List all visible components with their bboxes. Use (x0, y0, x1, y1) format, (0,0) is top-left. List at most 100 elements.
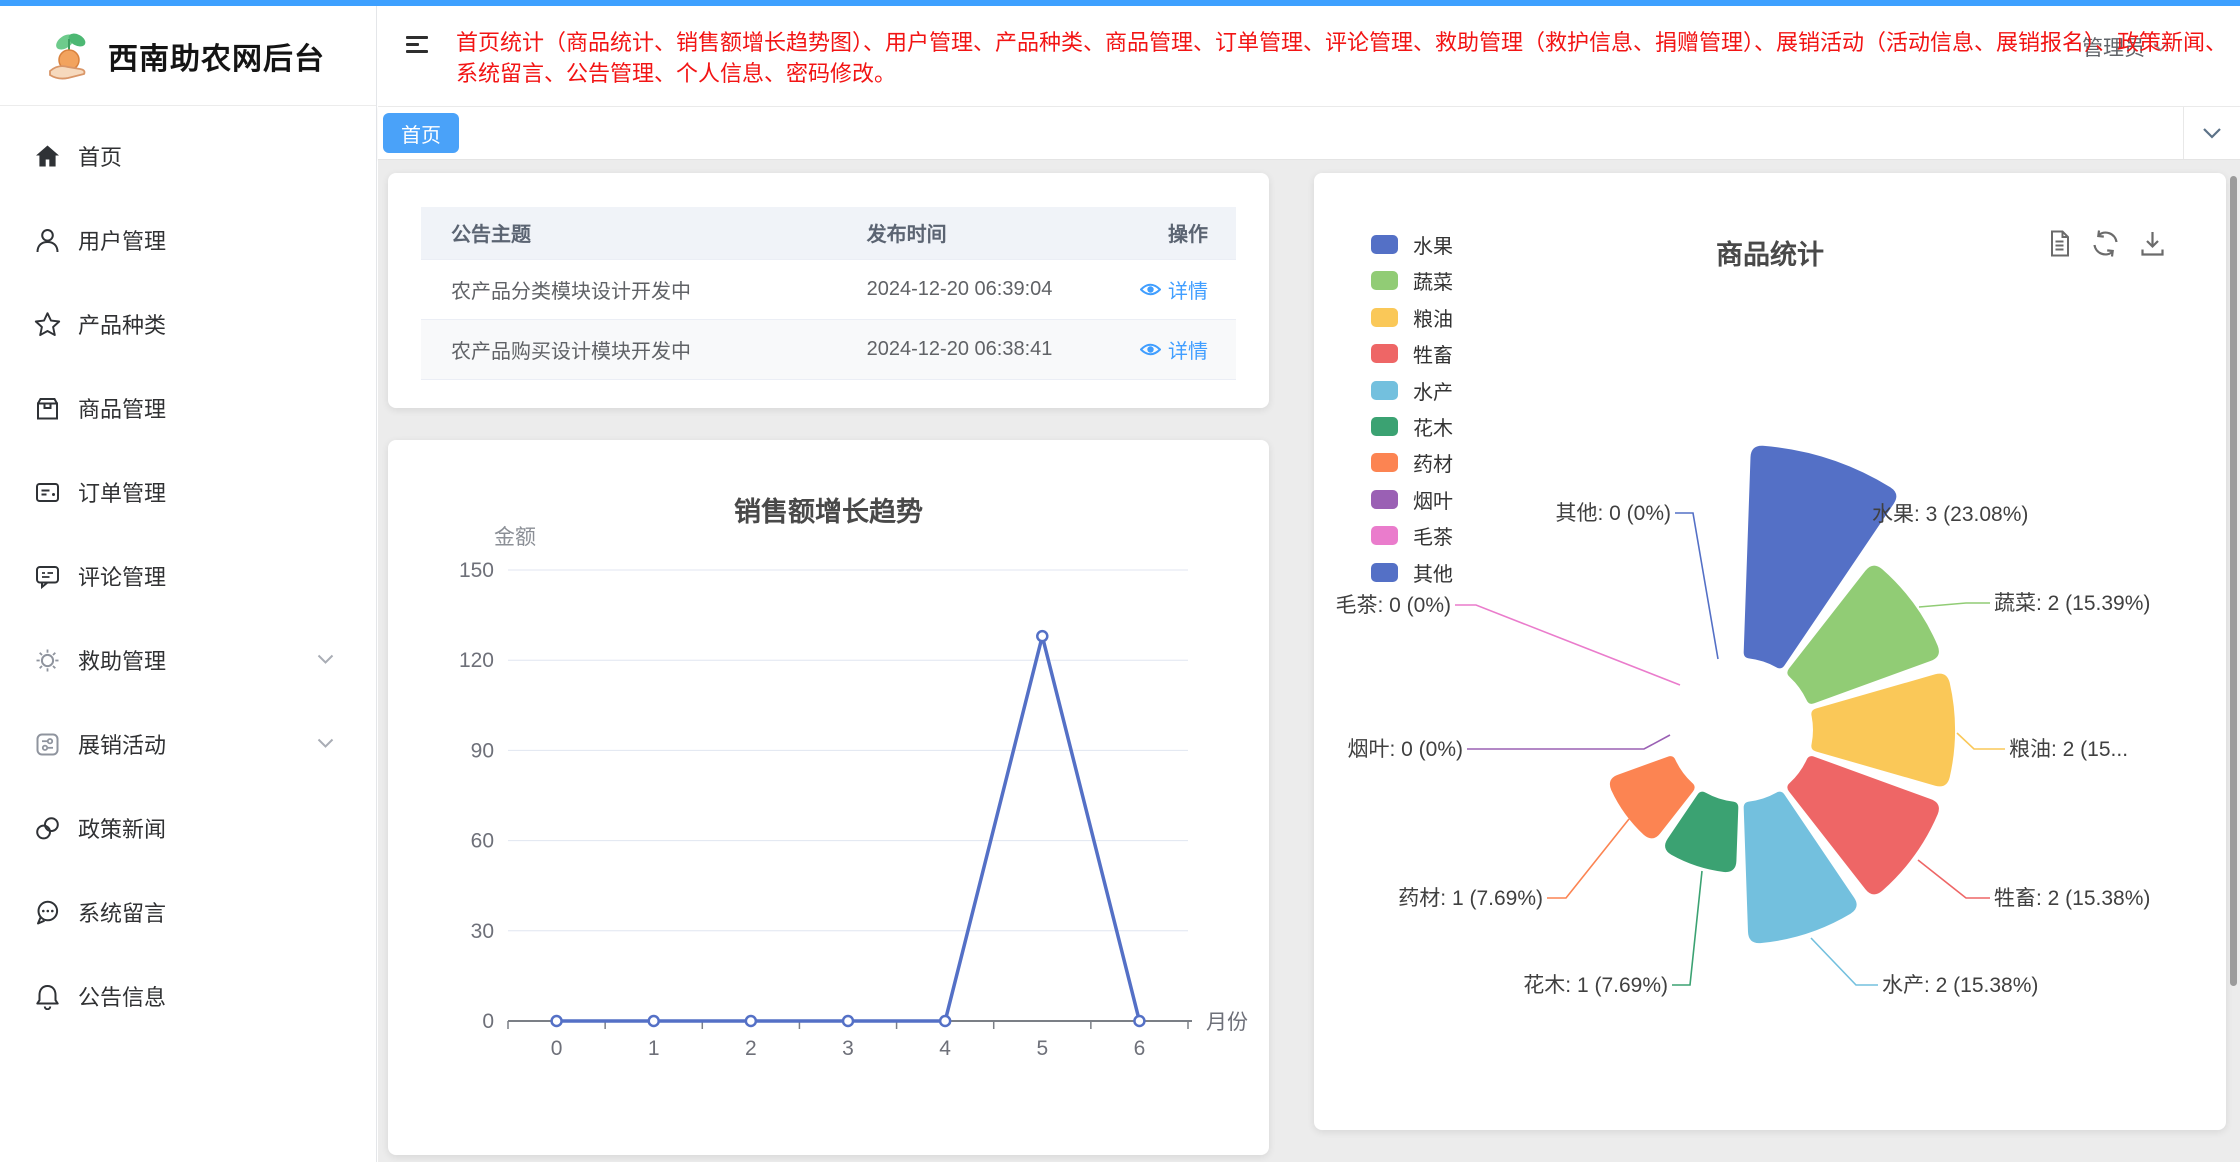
legend-item-水产[interactable]: 水产 (1371, 376, 1453, 405)
sales-trend-card: 销售额增长趋势 03060901201500123456金额月份 (388, 440, 1269, 1155)
sidebar-item-1[interactable]: 首页 (0, 114, 376, 198)
sidebar-item-label: 救助管理 (78, 644, 166, 676)
sales-line-chart: 03060901201500123456金额月份 (388, 440, 1269, 1155)
sidebar-item-label: 评论管理 (78, 560, 166, 592)
pie-label: 水果: 3 (23.08%) (1872, 503, 2028, 526)
order-icon (34, 479, 61, 506)
news-icon (34, 815, 61, 842)
home-icon (34, 143, 61, 170)
chart-toolbox (2043, 228, 2168, 259)
svg-text:0: 0 (482, 1010, 494, 1033)
tab-home[interactable]: 首页 (383, 113, 459, 153)
legend-item-花木[interactable]: 花木 (1371, 412, 1453, 441)
message-icon (34, 899, 61, 926)
svg-text:2: 2 (745, 1037, 757, 1060)
svg-text:4: 4 (939, 1037, 951, 1060)
svg-text:6: 6 (1134, 1037, 1146, 1060)
sidebar-item-6[interactable]: 评论管理 (0, 534, 376, 618)
eye-icon (1140, 282, 1161, 297)
legend-label: 牲畜 (1413, 339, 1453, 368)
sidebar-item-label: 商品管理 (78, 392, 166, 424)
legend-item-其他[interactable]: 其他 (1371, 558, 1453, 587)
pie-label: 烟叶: 0 (0%) (1347, 738, 1463, 761)
legend-label: 其他 (1413, 558, 1453, 587)
sidebar-item-11[interactable]: 公告信息 (0, 954, 376, 1038)
pie-label: 其他: 0 (0%) (1555, 502, 1671, 525)
legend-swatch (1371, 563, 1398, 582)
page-scrollbar[interactable] (2230, 176, 2237, 986)
column-header: 发布时间 (837, 207, 1090, 259)
table-row: 农产品分类模块设计开发中2024-12-20 06:39:04详情 (421, 259, 1236, 319)
user-icon (34, 227, 61, 254)
logo-row: 西南助农网后台 (0, 6, 376, 106)
column-header: 操作 (1089, 207, 1236, 259)
legend-label: 粮油 (1413, 303, 1453, 332)
tab-dropdown-button[interactable] (2183, 107, 2240, 159)
sidebar-item-label: 政策新闻 (78, 812, 166, 844)
legend-item-粮油[interactable]: 粮油 (1371, 303, 1453, 332)
legend-item-烟叶[interactable]: 烟叶 (1371, 485, 1453, 514)
legend-swatch (1371, 526, 1398, 545)
chevron-down-icon (317, 738, 334, 749)
sidebar-item-8[interactable]: 展销活动 (0, 702, 376, 786)
refresh-icon[interactable] (2090, 228, 2121, 259)
sidebar-item-4[interactable]: 商品管理 (0, 366, 376, 450)
pie-label: 水产: 2 (15.38%) (1882, 974, 2038, 997)
box-icon (34, 395, 61, 422)
legend-label: 药材 (1413, 448, 1453, 477)
legend-label: 烟叶 (1413, 485, 1453, 514)
eye-icon (1140, 342, 1161, 357)
svg-text:1: 1 (648, 1037, 660, 1060)
svg-text:90: 90 (471, 739, 494, 762)
pie-label: 花木: 1 (7.69%) (1523, 974, 1668, 997)
sidebar-item-label: 产品种类 (78, 308, 166, 340)
column-header: 公告主题 (421, 207, 837, 259)
detail-link[interactable]: 详情 (1140, 335, 1208, 364)
legend-item-毛茶[interactable]: 毛茶 (1371, 521, 1453, 550)
data-view-icon[interactable] (2043, 228, 2074, 259)
activity-icon (34, 731, 61, 758)
bell-icon (34, 983, 61, 1010)
legend-item-蔬菜[interactable]: 蔬菜 (1371, 266, 1453, 295)
chevron-down-icon (2202, 127, 2222, 139)
left-column: 公告主题发布时间操作 农产品分类模块设计开发中2024-12-20 06:39:… (388, 173, 1269, 1155)
pie-label: 毛茶: 0 (0%) (1335, 594, 1451, 617)
svg-text:0: 0 (551, 1037, 563, 1060)
legend-swatch (1371, 235, 1398, 254)
product-stats-card: 商品统计 (1314, 173, 2226, 1130)
legend-label: 花木 (1413, 412, 1453, 441)
download-icon[interactable] (2137, 228, 2168, 259)
sidebar-item-2[interactable]: 用户管理 (0, 198, 376, 282)
sidebar-item-7[interactable]: 救助管理 (0, 618, 376, 702)
sidebar-item-9[interactable]: 政策新闻 (0, 786, 376, 870)
svg-text:60: 60 (471, 830, 494, 853)
detail-link[interactable]: 详情 (1140, 275, 1208, 304)
sidebar-item-label: 订单管理 (78, 476, 166, 508)
legend-item-牲畜[interactable]: 牲畜 (1371, 339, 1453, 368)
table-header-row: 公告主题发布时间操作 (421, 207, 1236, 259)
sidebar-item-10[interactable]: 系统留言 (0, 870, 376, 954)
svg-text:月份: 月份 (1206, 1011, 1248, 1034)
pie-label: 粮油: 2 (15... (2009, 738, 2128, 761)
pie-label: 药材: 1 (7.69%) (1398, 887, 1543, 910)
sidebar-item-label: 公告信息 (78, 980, 166, 1012)
announcement-card: 公告主题发布时间操作 农产品分类模块设计开发中2024-12-20 06:39:… (388, 173, 1269, 408)
announcement-time: 2024-12-20 06:39:04 (837, 259, 1090, 319)
sidebar-item-3[interactable]: 产品种类 (0, 282, 376, 366)
legend-swatch (1371, 381, 1398, 400)
legend-swatch (1371, 453, 1398, 472)
svg-text:金额: 金额 (494, 526, 536, 549)
menu-toggle-icon[interactable] (406, 32, 430, 56)
announcement-title: 农产品购买设计模块开发中 (421, 319, 837, 379)
legend-item-药材[interactable]: 药材 (1371, 448, 1453, 477)
admin-dashboard: 西南助农网后台 首页用户管理产品种类商品管理订单管理评论管理救助管理展销活动政策… (0, 0, 2240, 1162)
sidebar-item-5[interactable]: 订单管理 (0, 450, 376, 534)
pie-label: 牲畜: 2 (15.38%) (1994, 887, 2150, 910)
sidebar-item-label: 首页 (78, 140, 122, 172)
table-row: 农产品购买设计模块开发中2024-12-20 06:38:41详情 (421, 319, 1236, 379)
app-title: 西南助农网后台 (108, 34, 325, 78)
legend-swatch (1371, 417, 1398, 436)
legend-item-水果[interactable]: 水果 (1371, 230, 1453, 259)
chevron-down-icon (317, 654, 334, 665)
svg-text:30: 30 (471, 920, 494, 943)
